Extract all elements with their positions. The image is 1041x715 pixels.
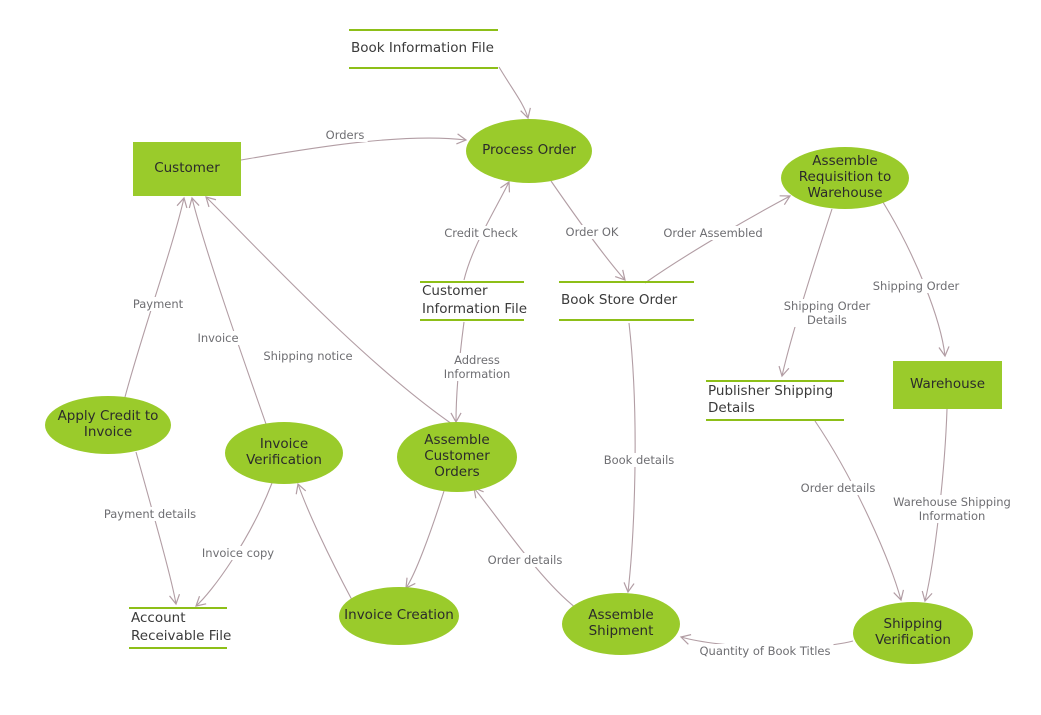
datastore-label: Customer Information File [422, 283, 528, 317]
flow-line [644, 195, 792, 284]
entity-warehouse[interactable]: Warehouse [893, 361, 1002, 409]
entity-label: Customer [154, 160, 220, 177]
flow-line [778, 208, 833, 378]
datastore-label: Book Information File [351, 39, 494, 56]
datastore-label: Account Receivable File [131, 610, 232, 644]
datastore-customer-information-file[interactable]: Customer Information File [420, 281, 528, 321]
process-process-order[interactable]: Process Order [466, 119, 592, 183]
process-label: Invoice Verification [246, 436, 322, 468]
process-label: Apply Credit to Invoice [57, 408, 159, 440]
flow-line [195, 482, 273, 607]
entity-customer[interactable]: Customer [133, 142, 241, 196]
datastore-label: Publisher Shipping Details [708, 382, 834, 416]
process-label: Assemble Customer Orders [424, 432, 490, 480]
datastore-account-receivable-file[interactable]: Account Receivable File [129, 607, 231, 649]
process-assemble-shipment[interactable]: Assemble Shipment [562, 593, 680, 655]
process-apply-credit[interactable]: Apply Credit to Invoice [45, 396, 171, 454]
flow-line [498, 66, 531, 120]
datastore-publisher-shipping-details[interactable]: Publisher Shipping Details [706, 380, 844, 421]
dfd-canvas: Orders Credit Check Order OK Order Assemble… [0, 0, 1041, 715]
process-assemble-requisition[interactable]: Assemble Requisition to Warehouse [781, 147, 909, 209]
process-label: Invoice Creation [344, 607, 454, 624]
process-invoice-verification[interactable]: Invoice Verification [225, 422, 343, 484]
flow-line [295, 482, 353, 601]
flow-line [405, 490, 445, 590]
flow-line [814, 420, 905, 602]
process-invoice-creation[interactable]: Invoice Creation [339, 587, 459, 645]
flow-line [473, 487, 577, 609]
flow-line [205, 196, 453, 425]
datastore-label: Book Store Order [561, 291, 678, 308]
process-label: Assemble Requisition to Warehouse [798, 153, 892, 201]
flow-line [623, 322, 636, 594]
flow-line [463, 180, 511, 281]
flow-line [135, 451, 181, 606]
flow-line [188, 196, 267, 425]
process-shipping-verification[interactable]: Shipping Verification [853, 602, 973, 664]
flow-line [880, 198, 950, 358]
flow-line [124, 196, 188, 398]
process-assemble-customer-orders[interactable]: Assemble Customer Orders [397, 422, 517, 492]
flow-line [450, 321, 465, 424]
flow-line [679, 634, 854, 649]
process-label: Process Order [482, 142, 576, 159]
datastore-book-store-order[interactable]: Book Store Order [559, 281, 694, 321]
entity-label: Warehouse [909, 376, 986, 393]
flow-line [550, 180, 626, 281]
process-label: Assemble Shipment [588, 607, 654, 639]
flow-line [240, 133, 468, 161]
process-label: Shipping Verification [875, 616, 951, 648]
flow-line [921, 408, 948, 603]
datastore-book-information-file[interactable]: Book Information File [349, 29, 498, 69]
